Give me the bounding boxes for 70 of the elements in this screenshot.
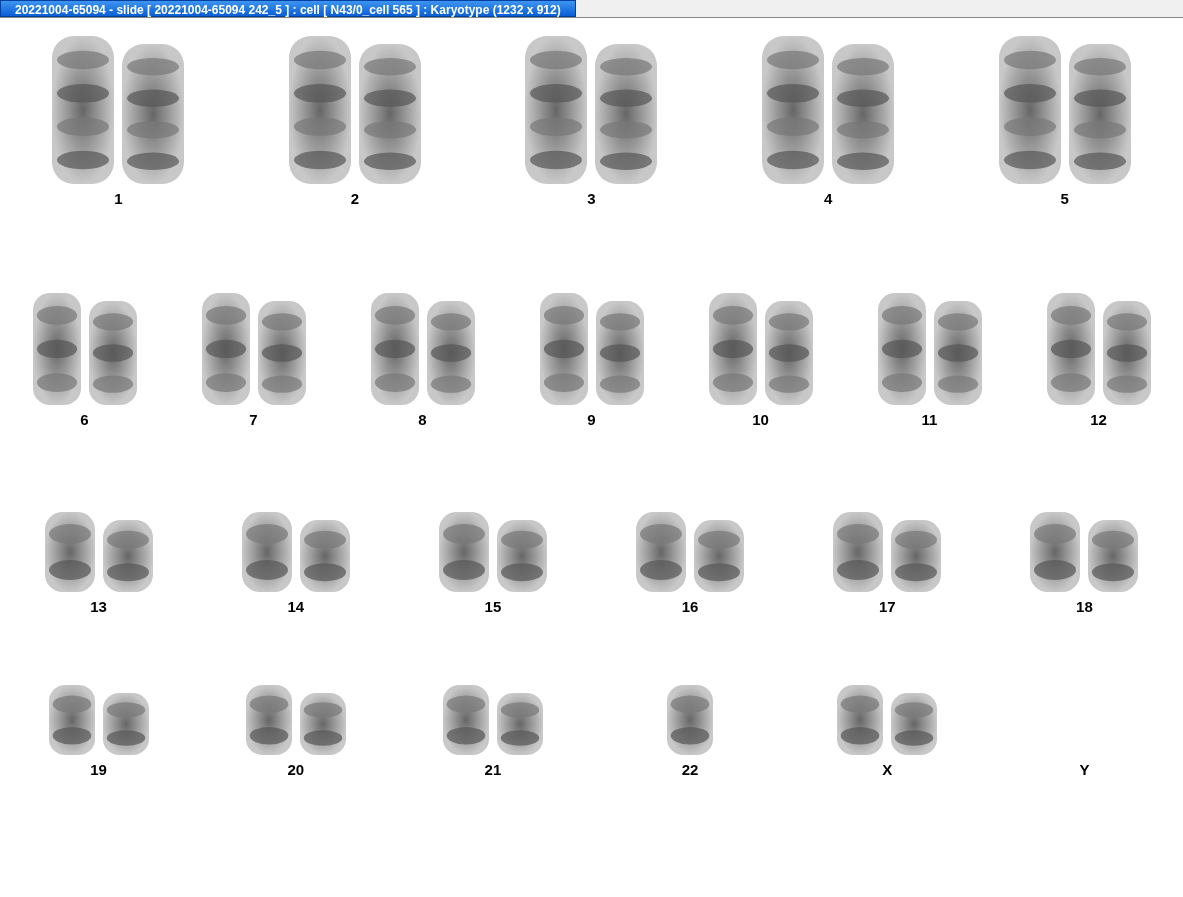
chromosome-icon [1088, 520, 1139, 592]
chromosome-icon [358, 44, 421, 184]
chromosome-number: 5 [1060, 190, 1069, 207]
chromosome-number: 8 [418, 411, 427, 428]
chromosome-icon [288, 36, 351, 184]
chromosome-icon [539, 293, 588, 405]
chromosome-icon [636, 512, 687, 592]
chromosome-icon [933, 301, 982, 405]
chromosome-number: 1 [114, 190, 123, 207]
chromosome-icon [201, 293, 250, 405]
chromosome-icon [877, 293, 926, 405]
chromosome-number: 7 [249, 411, 258, 428]
chromosome-icon [102, 693, 149, 755]
chromosome-number: 13 [90, 598, 107, 615]
chromosome-icon [48, 685, 95, 755]
chromosome-icon [708, 293, 757, 405]
chromosome-number: 17 [878, 598, 896, 615]
chromosome-number: 6 [80, 411, 89, 428]
chromosome-icon [998, 36, 1061, 184]
chromosome-icon [496, 693, 543, 755]
chromosome-icon [241, 512, 292, 592]
chromosome-icon [438, 512, 489, 592]
chromosome-icon [694, 520, 745, 592]
chromosome-icon [442, 685, 489, 755]
chromosome-icon [1030, 512, 1081, 592]
chromosome-number: 21 [484, 761, 502, 778]
chromosome-icon [1068, 44, 1131, 184]
chromosome-number: 22 [681, 761, 699, 778]
chromosome-icon [762, 36, 825, 184]
chromosome-icon [245, 685, 292, 755]
chromosome-icon [667, 685, 714, 755]
chromosome-number: 19 [90, 761, 107, 778]
chromosome-icon [595, 301, 644, 405]
chromosome-number: 10 [752, 411, 769, 428]
chromosome-icon [837, 685, 884, 755]
chromosome-icon [299, 520, 350, 592]
chromosome-icon [52, 36, 115, 184]
chromosome-icon [44, 512, 95, 592]
chromosome-icon [891, 693, 938, 755]
chromosome-icon [496, 520, 547, 592]
chromosome-icon [595, 44, 658, 184]
chromosome-icon [891, 520, 942, 592]
chromosome-icon [832, 44, 895, 184]
chromosome-icon [102, 520, 153, 592]
chromosome-icon [525, 36, 588, 184]
chromosome-number: 12 [1090, 411, 1107, 428]
chromosome-icon [426, 301, 475, 405]
chromosome-number: 20 [287, 761, 305, 778]
chromosome-icon [764, 301, 813, 405]
chromosome-icon [122, 44, 185, 184]
chromosome-icon [1046, 293, 1095, 405]
window-title: 20221004-65094 - slide [ 20221004-65094 242_5 ] : cell [ N43/0_cell 565 ] : Karyotype (1232 x 912) [0, 0, 576, 17]
chromosome-number: 11 [921, 411, 938, 428]
chromosome-number: 3 [587, 190, 596, 207]
chromosome-number: 15 [484, 598, 502, 615]
chromosome-icon [1102, 301, 1151, 405]
chromosome-icon [299, 693, 346, 755]
chromosome-number: 14 [287, 598, 305, 615]
chromosome-number: 16 [681, 598, 699, 615]
chromosome-number: 2 [350, 190, 360, 207]
chromosome-number: X [882, 761, 893, 778]
chromosome-icon [833, 512, 884, 592]
chromosome-number: Y [1079, 761, 1090, 778]
chromosome-icon [32, 293, 81, 405]
chromosome-number: 18 [1076, 598, 1093, 615]
chromosome-number: 9 [587, 411, 596, 428]
chromosome-icon [257, 301, 306, 405]
chromosome-icon [370, 293, 419, 405]
chromosome-icon [88, 301, 137, 405]
chromosome-number: 4 [823, 190, 833, 207]
